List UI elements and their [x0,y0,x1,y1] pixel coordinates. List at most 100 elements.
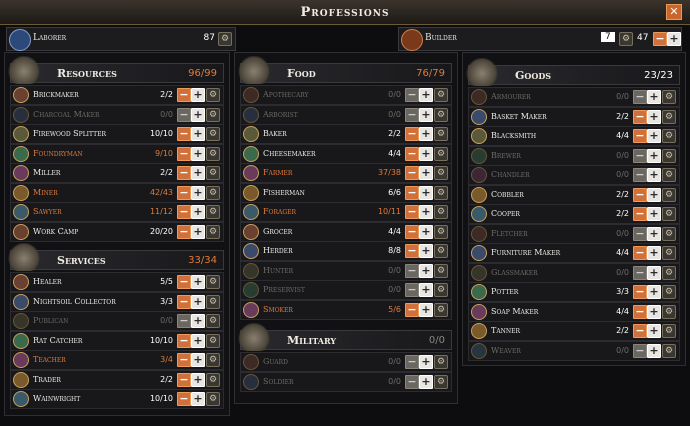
plus-icon[interactable]: + [191,275,205,289]
plus-icon[interactable]: + [647,207,661,221]
minus-icon[interactable]: − [405,127,419,141]
minus-icon[interactable]: − [177,392,191,406]
gear-icon[interactable]: ⚙ [206,275,220,289]
plus-icon[interactable]: + [419,302,433,317]
gear-icon[interactable]: ⚙ [434,88,448,102]
gear-icon[interactable]: ⚙ [662,304,676,319]
plus-icon[interactable]: + [191,88,205,102]
plus-icon[interactable]: + [191,224,205,239]
gear-icon[interactable]: ⚙ [434,185,448,200]
minus-icon[interactable]: − [633,90,647,104]
minus-icon[interactable]: − [405,302,419,317]
plus-icon[interactable]: + [191,166,205,180]
plus-icon[interactable]: + [419,374,433,389]
gear-icon[interactable]: ⚙ [662,109,676,124]
plus-icon[interactable]: + [191,333,205,348]
minus-icon[interactable]: − [405,355,419,369]
builder-decrease-button[interactable]: − [653,32,667,46]
gear-icon[interactable]: ⚙ [434,374,448,389]
gear-icon[interactable]: ⚙ [662,129,676,143]
gear-icon[interactable]: ⚙ [206,224,220,239]
gear-icon[interactable]: ⚙ [662,226,676,241]
minus-icon[interactable]: − [633,324,647,338]
minus-icon[interactable]: − [177,88,191,102]
minus-icon[interactable]: − [177,353,191,367]
minus-icon[interactable]: − [177,294,191,309]
gear-icon[interactable]: ⚙ [206,333,220,348]
gear-icon[interactable]: ⚙ [434,283,448,297]
plus-icon[interactable]: + [419,244,433,258]
minus-icon[interactable]: − [405,185,419,200]
gear-icon[interactable]: ⚙ [206,127,220,141]
gear-icon[interactable]: ⚙ [206,294,220,309]
plus-icon[interactable]: + [191,353,205,367]
plus-icon[interactable]: + [647,304,661,319]
plus-icon[interactable]: + [419,88,433,102]
plus-icon[interactable]: + [647,168,661,182]
plus-icon[interactable]: + [191,205,205,219]
minus-icon[interactable]: − [177,146,191,161]
minus-icon[interactable]: − [177,166,191,180]
minus-icon[interactable]: − [405,224,419,239]
gear-icon[interactable]: ⚙ [662,168,676,182]
plus-icon[interactable]: + [419,107,433,122]
builder-increase-button[interactable]: + [667,32,681,46]
plus-icon[interactable]: + [647,285,661,299]
minus-icon[interactable]: − [633,343,647,358]
minus-icon[interactable]: − [405,244,419,258]
plus-icon[interactable]: + [647,90,661,104]
plus-icon[interactable]: + [647,109,661,124]
gear-icon[interactable]: ⚙ [434,107,448,122]
minus-icon[interactable]: − [177,205,191,219]
plus-icon[interactable]: + [647,324,661,338]
gear-icon[interactable]: ⚙ [206,166,220,180]
minus-icon[interactable]: − [633,168,647,182]
gear-icon[interactable]: ⚙ [434,146,448,161]
gear-icon[interactable]: ⚙ [662,285,676,299]
minus-icon[interactable]: − [177,314,191,328]
plus-icon[interactable]: + [647,343,661,358]
minus-icon[interactable]: − [177,185,191,200]
plus-icon[interactable]: + [419,224,433,239]
minus-icon[interactable]: − [177,107,191,122]
plus-icon[interactable]: + [647,226,661,241]
plus-icon[interactable]: + [191,146,205,161]
plus-icon[interactable]: + [419,205,433,219]
plus-icon[interactable]: + [647,246,661,260]
gear-icon[interactable]: ⚙ [206,353,220,367]
gear-icon[interactable]: ⚙ [662,324,676,338]
minus-icon[interactable]: − [405,283,419,297]
plus-icon[interactable]: + [191,107,205,122]
gear-icon[interactable]: ⚙ [206,372,220,387]
gear-icon[interactable]: ⚙ [662,207,676,221]
plus-icon[interactable]: + [191,294,205,309]
gear-icon[interactable]: ⚙ [662,90,676,104]
gear-icon[interactable]: ⚙ [434,355,448,369]
minus-icon[interactable]: − [633,265,647,280]
minus-icon[interactable]: − [405,166,419,180]
minus-icon[interactable]: − [405,263,419,278]
plus-icon[interactable]: + [419,166,433,180]
plus-icon[interactable]: + [419,263,433,278]
gear-icon[interactable]: ⚙ [662,265,676,280]
gear-icon[interactable]: ⚙ [434,302,448,317]
gear-icon[interactable]: ⚙ [206,314,220,328]
gear-icon[interactable]: ⚙ [434,244,448,258]
plus-icon[interactable]: + [191,392,205,406]
minus-icon[interactable]: − [177,333,191,348]
minus-icon[interactable]: − [177,275,191,289]
plus-icon[interactable]: + [191,314,205,328]
minus-icon[interactable]: − [177,224,191,239]
gear-icon[interactable]: ⚙ [662,343,676,358]
minus-icon[interactable]: − [633,129,647,143]
gear-icon[interactable]: ⚙ [434,263,448,278]
minus-icon[interactable]: − [405,205,419,219]
plus-icon[interactable]: + [647,187,661,202]
gear-icon[interactable]: ⚙ [434,127,448,141]
gear-icon[interactable]: ⚙ [206,107,220,122]
gear-icon[interactable]: ⚙ [434,224,448,239]
gear-icon[interactable]: ⚙ [662,148,676,163]
minus-icon[interactable]: − [633,226,647,241]
plus-icon[interactable]: + [647,148,661,163]
plus-icon[interactable]: + [419,283,433,297]
